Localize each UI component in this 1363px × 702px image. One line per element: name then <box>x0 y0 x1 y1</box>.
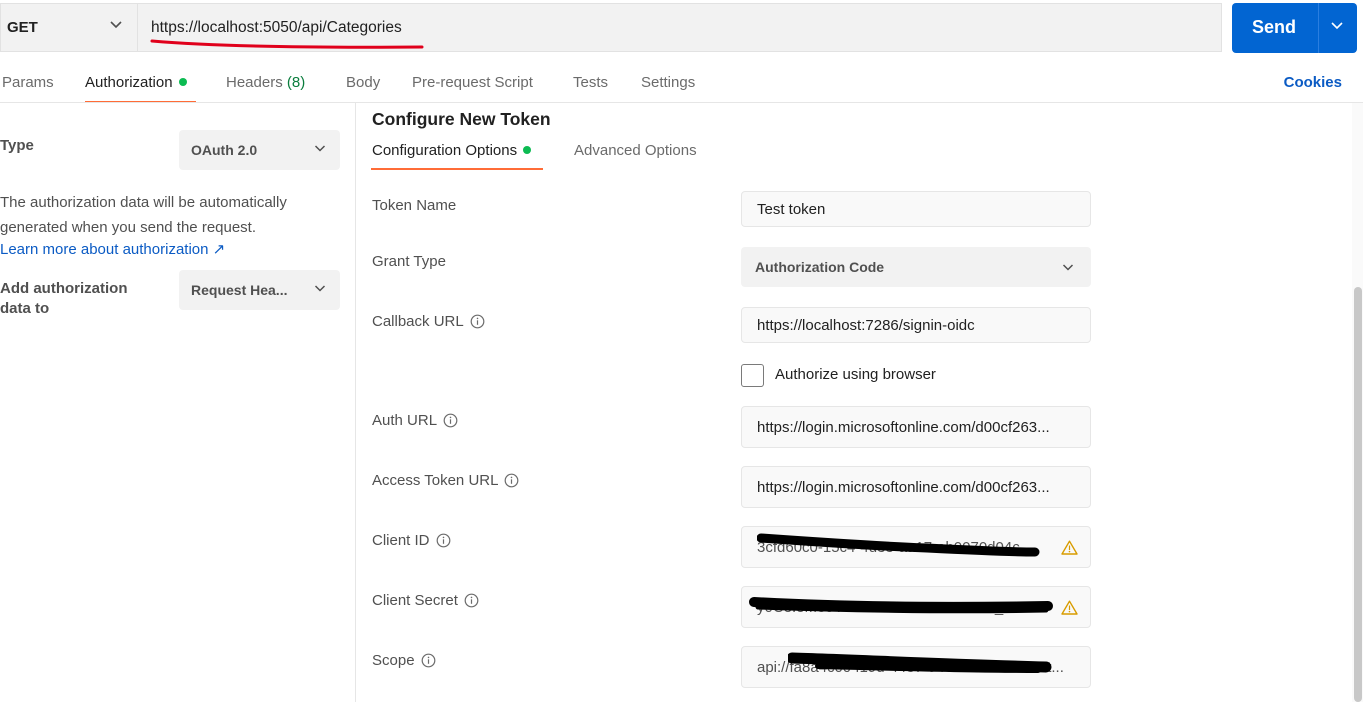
request-tabs: Params Authorization Headers (8) Body Pr… <box>0 66 1363 104</box>
client-secret-label: Client Secret <box>372 592 479 609</box>
auth-type-select[interactable]: OAuth 2.0 <box>179 130 340 170</box>
auth-url-value: https://login.microsoftonline.com/d00cf2… <box>757 418 1050 436</box>
method-select[interactable]: GET <box>0 3 137 52</box>
panel-divider <box>355 103 356 702</box>
warning-icon <box>1061 540 1078 555</box>
auth-type-value: OAuth 2.0 <box>191 142 258 158</box>
token-name-input[interactable]: Test token <box>741 191 1091 227</box>
grant-type-label: Grant Type <box>372 253 446 270</box>
tab-params[interactable]: Params <box>2 74 54 91</box>
auth-info-line-1: The authorization data will be automatic… <box>0 194 287 211</box>
subtab-config-label: Configuration Options <box>372 142 518 159</box>
info-icon[interactable] <box>436 533 451 548</box>
grant-type-value: Authorization Code <box>755 259 885 275</box>
tab-advanced-options[interactable]: Advanced Options <box>574 142 697 159</box>
redaction-scribble <box>749 597 1053 614</box>
access-token-url-label-text: Access Token URL <box>372 472 499 489</box>
token-name-label: Token Name <box>372 197 456 214</box>
headers-count-badge: (8) <box>286 74 306 91</box>
chevron-down-icon <box>314 145 326 152</box>
access-token-url-input[interactable]: https://login.microsoftonline.com/d00cf2… <box>741 466 1091 508</box>
chevron-down-icon <box>314 285 326 292</box>
auth-url-input[interactable]: https://login.microsoftonline.com/d00cf2… <box>741 406 1091 448</box>
chevron-down-icon <box>1062 263 1074 271</box>
auth-left-panel: Type OAuth 2.0 The authorization data wi… <box>0 103 355 702</box>
tab-authorization[interactable]: Authorization <box>85 74 187 91</box>
auth-info-line-2: generated when you send the request. <box>0 219 257 236</box>
tab-authorization-label: Authorization <box>85 74 173 91</box>
info-icon[interactable] <box>421 653 436 668</box>
grant-type-label-text: Grant Type <box>372 253 446 270</box>
info-icon[interactable] <box>504 473 519 488</box>
info-icon[interactable] <box>470 314 485 329</box>
status-dot <box>178 78 187 87</box>
tab-configuration-options[interactable]: Configuration Options <box>372 142 532 159</box>
info-icon[interactable] <box>464 593 479 608</box>
add-auth-label-2: data to <box>0 300 50 317</box>
scrollbar-thumb[interactable] <box>1354 287 1362 702</box>
add-auth-to-select[interactable]: Request Hea... <box>179 270 340 310</box>
client-id-label: Client ID <box>372 532 451 549</box>
access-token-url-value: https://login.microsoftonline.com/d00cf2… <box>757 478 1050 496</box>
token-name-label-text: Token Name <box>372 197 457 214</box>
auth-url-label: Auth URL <box>372 412 458 429</box>
chevron-down-icon <box>110 21 122 29</box>
authorize-browser-checkbox[interactable] <box>741 364 764 387</box>
scope-label-text: Scope <box>372 652 415 669</box>
method-label: GET <box>7 19 38 36</box>
tab-headers[interactable]: Headers (8) <box>226 74 305 91</box>
callback-url-label: Callback URL <box>372 313 485 330</box>
client-id-label-text: Client ID <box>372 532 430 549</box>
status-dot <box>523 146 532 155</box>
token-name-value: Test token <box>757 200 826 218</box>
type-label: Type <box>0 137 34 154</box>
send-divider <box>1318 3 1319 53</box>
client-secret-label-text: Client Secret <box>372 592 458 609</box>
red-underline-annotation <box>150 39 424 49</box>
tab-settings[interactable]: Settings <box>641 74 695 91</box>
add-auth-label-1: Add authorization <box>0 280 128 297</box>
callback-url-value: https://localhost:7286/signin-oidc <box>757 316 975 334</box>
auth-url-label-text: Auth URL <box>372 412 438 429</box>
cookies-link[interactable]: Cookies <box>1284 74 1342 91</box>
access-token-url-label: Access Token URL <box>372 472 519 489</box>
chevron-down-icon[interactable] <box>1330 21 1344 31</box>
url-text: https://localhost:5050/api/Categories <box>151 18 402 36</box>
scope-label: Scope <box>372 652 436 669</box>
grant-type-select[interactable]: Authorization Code <box>741 247 1091 287</box>
tab-pre-request-script[interactable]: Pre-request Script <box>412 74 533 91</box>
callback-url-label-text: Callback URL <box>372 313 464 330</box>
add-auth-to-value: Request Hea... <box>191 282 288 298</box>
tab-headers-label: Headers <box>226 74 283 91</box>
redaction-scribble <box>757 533 1040 557</box>
redaction-scribble <box>788 652 1052 673</box>
callback-url-input[interactable]: https://localhost:7286/signin-oidc <box>741 307 1091 343</box>
authorize-browser-label[interactable]: Authorize using browser <box>775 366 936 383</box>
warning-icon <box>1061 600 1078 615</box>
active-subtab-indicator <box>371 168 543 170</box>
send-label: Send <box>1252 17 1297 37</box>
tab-body[interactable]: Body <box>346 74 380 91</box>
send-button[interactable]: Send <box>1232 3 1357 53</box>
learn-more-link[interactable]: Learn more about authorization ↗ <box>0 240 225 258</box>
section-title: Configure New Token <box>372 109 551 129</box>
info-icon[interactable] <box>443 413 458 428</box>
tab-tests[interactable]: Tests <box>573 74 608 91</box>
